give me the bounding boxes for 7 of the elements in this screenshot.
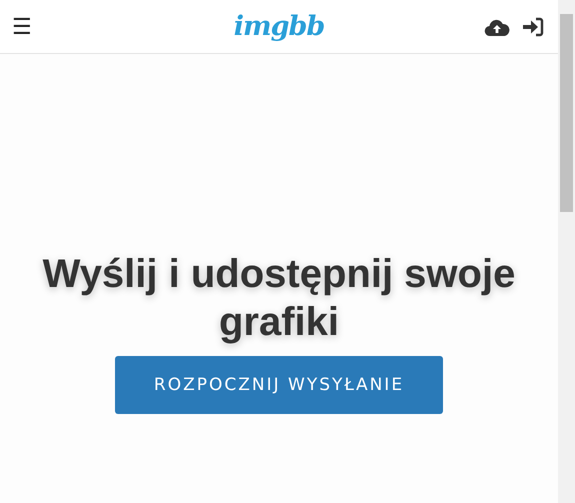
menu-button[interactable]: ☰ [12, 16, 32, 38]
scrollbar-thumb[interactable] [560, 14, 573, 212]
hero-title: Wyślij i udostępnij swoje grafiki [42, 251, 516, 346]
sign-in-icon[interactable] [522, 16, 544, 36]
scrollbar[interactable] [558, 0, 575, 503]
logo[interactable]: imgbb [234, 11, 324, 42]
start-upload-button[interactable]: ROZPOCZNIJ WYSYŁANIE [115, 356, 443, 414]
